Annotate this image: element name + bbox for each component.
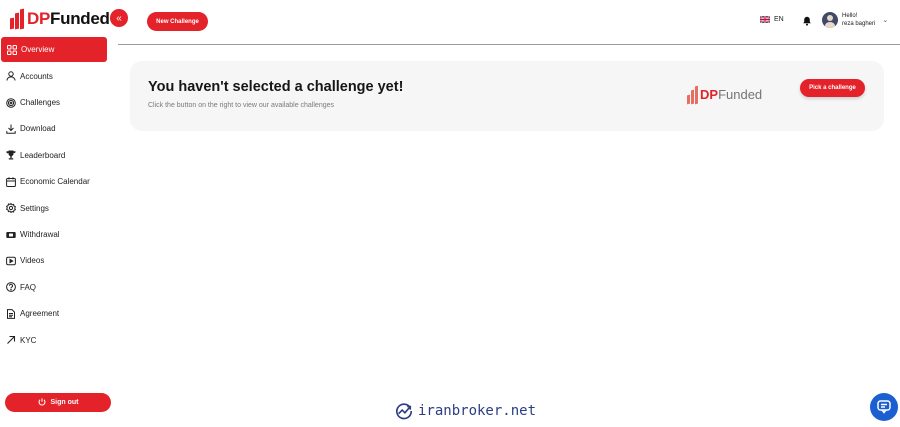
sidebar-item-label: Agreement — [20, 309, 60, 319]
sidebar-item-label: Accounts — [20, 71, 53, 81]
pick-challenge-button[interactable]: Pick a challenge — [800, 79, 865, 97]
language-label: EN — [774, 16, 784, 23]
header-divider — [118, 44, 900, 45]
gear-icon — [6, 203, 16, 214]
arrow-icon — [6, 335, 16, 345]
sidebar-item-label: Leaderboard — [20, 150, 66, 160]
sidebar-item-kyc[interactable]: KYC — [0, 327, 108, 353]
document-icon — [6, 308, 16, 319]
page-title: You haven't selected a challenge yet! — [148, 79, 404, 95]
sidebar-item-label: Economic Calendar — [20, 177, 90, 187]
trophy-icon — [6, 150, 16, 160]
sidebar-item-economic-calendar[interactable]: Economic Calendar — [0, 169, 108, 195]
logo-funded: Funded — [50, 9, 110, 28]
user-greeting-block: Hello! reza bagheri — [842, 12, 875, 28]
user-menu[interactable]: Hello! reza bagheri ⌄ — [822, 12, 888, 28]
target-icon — [6, 97, 16, 108]
sidebar-nav: Overview Accounts Challenges Download Le… — [0, 37, 108, 353]
sidebar-item-videos[interactable]: Videos — [0, 248, 108, 274]
sidebar-item-label: Videos — [20, 256, 45, 266]
sign-out-button[interactable]: Sign out — [5, 393, 111, 412]
card-brand-logo: DPFunded — [687, 85, 762, 105]
power-icon — [38, 397, 46, 408]
sidebar-item-settings[interactable]: Settings — [0, 195, 108, 221]
user-name: reza bagheri — [842, 21, 876, 27]
sign-out-label: Sign out — [50, 399, 79, 406]
user-icon — [6, 71, 16, 81]
chat-bubble-icon — [877, 400, 891, 414]
chat-support-button[interactable] — [870, 393, 898, 421]
logo-dp: DP — [27, 9, 51, 28]
double-chevron-left-icon: « — [116, 12, 122, 24]
sidebar-item-accounts[interactable]: Accounts — [0, 63, 108, 89]
card-logo-funded: Funded — [718, 87, 763, 102]
logo-text: DPFunded — [27, 9, 110, 29]
sidebar-item-label: Download — [20, 124, 56, 134]
uk-flag-icon — [760, 16, 770, 23]
sidebar-item-label: Overview — [21, 45, 55, 54]
watermark-chart-icon — [396, 403, 413, 420]
chevron-down-icon: ⌄ — [882, 17, 889, 24]
sidebar-item-label: Challenges — [20, 98, 61, 108]
brand-logo[interactable]: DPFunded — [10, 8, 110, 30]
card-logo-text: DPFunded — [700, 87, 762, 102]
sidebar-item-faq[interactable]: FAQ — [0, 274, 108, 300]
calendar-icon — [6, 177, 16, 187]
app-root: DPFunded « Overview Accounts Challenges — [0, 0, 900, 427]
sidebar-item-leaderboard[interactable]: Leaderboard — [0, 142, 108, 168]
bell-icon[interactable] — [802, 16, 812, 26]
sidebar-item-challenges[interactable]: Challenges — [0, 89, 108, 115]
sidebar-item-download[interactable]: Download — [0, 116, 108, 142]
greeting-text: Hello! — [842, 13, 858, 19]
download-icon — [6, 124, 16, 134]
watermark: iranbroker.net — [395, 402, 536, 420]
sidebar-item-label: Settings — [20, 203, 49, 213]
sidebar-item-agreement[interactable]: Agreement — [0, 301, 108, 327]
collapse-sidebar-button[interactable]: « — [110, 9, 128, 27]
video-icon — [6, 256, 16, 266]
page-subtitle: Click the button on the right to view ou… — [148, 102, 334, 109]
empty-state-card: You haven't selected a challenge yet! Cl… — [130, 61, 884, 131]
avatar — [822, 12, 838, 28]
logo-mark-icon — [687, 85, 698, 105]
grid-icon — [7, 44, 17, 55]
sidebar-item-overview[interactable]: Overview — [1, 37, 107, 62]
help-icon — [6, 282, 16, 293]
sidebar-item-label: KYC — [20, 335, 37, 345]
watermark-text: iranbroker.net — [418, 403, 537, 419]
new-challenge-button[interactable]: New Challenge — [147, 12, 208, 31]
withdraw-icon — [6, 230, 16, 240]
language-selector[interactable]: EN — [760, 16, 784, 23]
logo-mark-icon — [10, 8, 24, 30]
sidebar-item-withdrawal[interactable]: Withdrawal — [0, 221, 108, 247]
sidebar-item-label: Withdrawal — [20, 230, 60, 240]
sidebar-item-label: FAQ — [20, 282, 37, 292]
card-logo-dp: DP — [700, 87, 719, 102]
